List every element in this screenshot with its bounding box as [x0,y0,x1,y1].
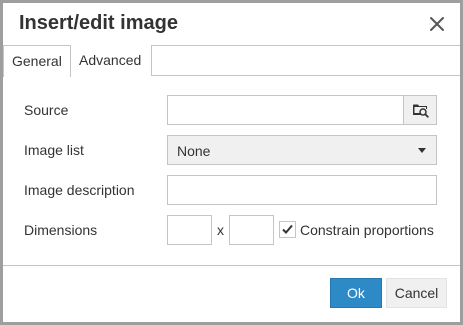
height-input[interactable] [229,215,274,245]
dialog-title-bar: Insert/edit image [3,3,460,45]
source-row: Source [3,95,460,125]
dialog-title: Insert/edit image [19,12,178,34]
close-icon [430,17,444,31]
source-label: Source [24,102,69,118]
image-list-row: Image list None [3,135,460,165]
chevron-down-icon [418,148,426,153]
image-list-label: Image list [24,142,84,158]
cancel-button[interactable]: Cancel [386,278,447,308]
dimensions-row: Dimensions x Constrain proportions [3,215,460,245]
constrain-checkbox[interactable] [279,221,296,238]
dimensions-separator: x [217,222,224,238]
tab-general[interactable]: General [3,45,71,77]
tab-bar: General Advanced [3,45,460,77]
description-row: Image description [3,175,460,205]
image-list-select[interactable]: None [167,135,437,165]
description-label: Image description [24,182,135,198]
description-input[interactable] [167,175,437,205]
tab-advanced[interactable]: Advanced [71,45,152,76]
folder-search-icon [413,104,429,118]
checkmark-icon [282,224,293,234]
width-input[interactable] [167,215,212,245]
constrain-label[interactable]: Constrain proportions [300,222,434,238]
source-input[interactable] [167,95,404,125]
ok-button[interactable]: Ok [330,278,382,308]
dialog-footer: Ok Cancel [3,265,460,322]
dimensions-label: Dimensions [24,222,98,238]
close-button[interactable] [424,11,450,37]
image-list-selected: None [177,143,211,159]
browse-button[interactable] [403,95,437,125]
insert-image-dialog: Insert/edit image General Advanced Sourc… [3,3,460,322]
